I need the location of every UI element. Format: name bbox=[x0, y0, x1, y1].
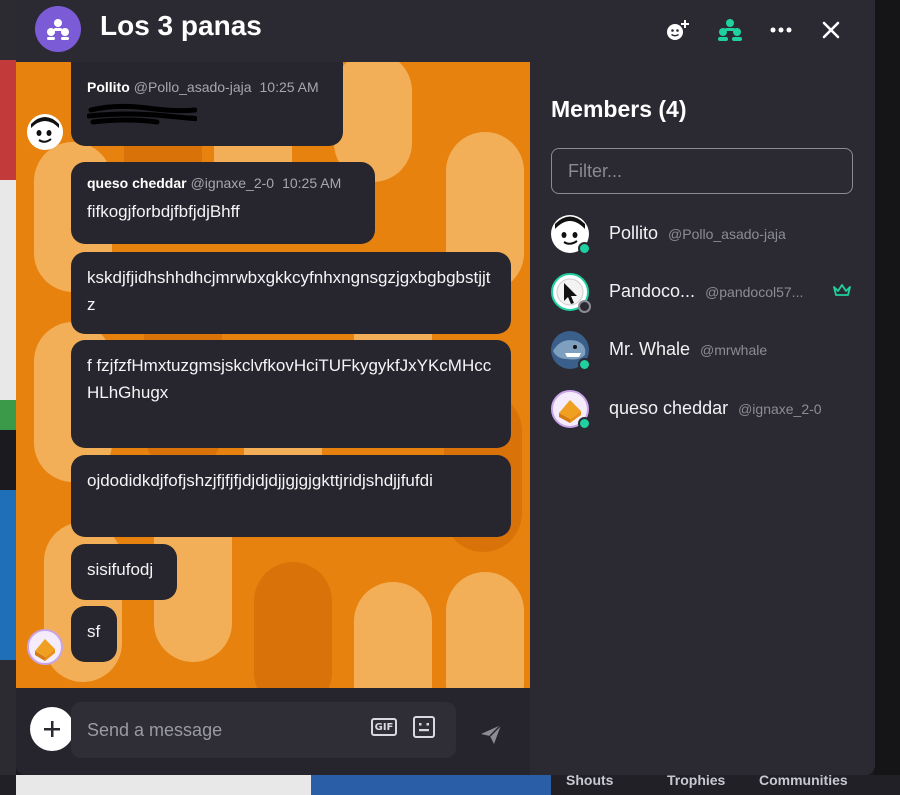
chat-title: Los 3 panas bbox=[100, 10, 262, 41]
member-name: Mr. Whale @mrwhale bbox=[609, 339, 768, 359]
message-bubble[interactable]: ojdodidkdjfofjshzjfjfjfjdjdjdjjgjgjgkttj… bbox=[71, 455, 511, 537]
member-item[interactable]: Pandoco... @pandocol57... bbox=[551, 273, 861, 313]
close-icon bbox=[822, 21, 840, 39]
group-icon bbox=[47, 19, 69, 40]
member-item[interactable]: Pollito @Pollo_asado-jaja bbox=[551, 215, 861, 255]
offline-status-indicator bbox=[578, 300, 591, 313]
member-filter-input[interactable] bbox=[552, 149, 852, 193]
more-icon bbox=[770, 27, 792, 33]
wallpaper-shape bbox=[254, 562, 332, 688]
background-app bbox=[874, 0, 900, 795]
message-handle: @ignaxe_2-0 bbox=[190, 175, 275, 191]
sticker-button[interactable] bbox=[413, 716, 435, 738]
add-member-button[interactable] bbox=[662, 14, 694, 46]
message-input-box: GIF bbox=[71, 702, 456, 758]
message-text: ojdodidkdjfofjshzjfjfjfjdjdjdjjgjgjgkttj… bbox=[87, 471, 433, 490]
message-input[interactable] bbox=[87, 702, 347, 758]
background-art bbox=[311, 775, 551, 795]
message-bubble[interactable]: f fzjfzfHmxtuzgmsjskclvfkovHciTUFkygykfJ… bbox=[71, 340, 511, 448]
member-handle: @mrwhale bbox=[700, 342, 768, 358]
online-status-indicator bbox=[578, 417, 591, 430]
member-item[interactable]: Mr. Whale @mrwhale bbox=[551, 331, 861, 371]
background-art bbox=[0, 430, 16, 490]
message-bubble[interactable]: sisifufodj bbox=[71, 544, 177, 600]
members-icon bbox=[718, 19, 742, 41]
message-text: kskdjfjidhshhdhcjmrwbxgkkcyfnhxngnsgzjgx… bbox=[87, 268, 491, 314]
wallpaper-shape bbox=[354, 582, 432, 688]
message-bubble[interactable]: queso cheddar @ignaxe_2-0 10:25 AM fifkogj… bbox=[71, 162, 375, 244]
member-name: Pollito @Pollo_asado-jaja bbox=[609, 223, 786, 243]
message-text: sf bbox=[87, 622, 101, 641]
background-art bbox=[0, 60, 16, 180]
member-filter bbox=[551, 148, 853, 194]
member-handle: @Pollo_asado-jaja bbox=[668, 226, 786, 242]
background-art bbox=[0, 400, 16, 430]
group-chat-window: Los 3 panas Pollito @Pollo_asado-jaja 10… bbox=[16, 0, 875, 775]
message-author[interactable]: Pollito bbox=[87, 79, 130, 95]
member-item[interactable]: queso cheddar @ignaxe_2-0 bbox=[551, 390, 861, 430]
online-status-indicator bbox=[578, 242, 591, 255]
wallpaper-shape bbox=[446, 572, 524, 688]
send-button[interactable] bbox=[479, 722, 503, 746]
member-name: Pandoco... @pandocol57... bbox=[609, 281, 804, 301]
member-name: queso cheddar @ignaxe_2-0 bbox=[609, 398, 822, 418]
close-button[interactable] bbox=[815, 14, 847, 46]
chat-header: Los 3 panas bbox=[16, 0, 875, 62]
message-text: fifkogjforbdjfbfjdjBhff bbox=[87, 202, 240, 221]
more-button[interactable] bbox=[765, 14, 797, 46]
pollito-avatar-icon bbox=[31, 117, 59, 143]
message-time: 10:25 AM bbox=[259, 79, 319, 95]
add-emoji-person-icon bbox=[667, 20, 689, 40]
message-meta: queso cheddar @ignaxe_2-0 10:25 AM bbox=[87, 174, 359, 192]
message-meta: Pollito @Pollo_asado-jaja 10:25 AM bbox=[87, 78, 327, 96]
background-art bbox=[0, 490, 16, 660]
add-attachment-button[interactable] bbox=[30, 707, 74, 751]
message-handle: @Pollo_asado-jaja bbox=[133, 79, 252, 95]
composer: GIF bbox=[16, 688, 530, 775]
redacted-scribble bbox=[86, 103, 198, 125]
members-title: Members (4) bbox=[551, 96, 687, 122]
message-bubble[interactable]: kskdjfjidhshhdhcjmrwbxgkkcyfnhxngnsgzjgx… bbox=[71, 252, 511, 334]
gif-button[interactable]: GIF bbox=[371, 718, 397, 736]
members-toggle-button[interactable] bbox=[714, 14, 746, 46]
avatar-pollito[interactable] bbox=[27, 114, 63, 150]
background-art bbox=[0, 180, 16, 410]
message-text: sisifufodj bbox=[87, 560, 154, 579]
member-handle: @pandocol57... bbox=[705, 284, 804, 300]
chat-messages-area[interactable]: Pollito @Pollo_asado-jaja 10:25 AM queso c… bbox=[16, 62, 530, 688]
avatar-queso-cheddar[interactable] bbox=[27, 629, 63, 665]
send-icon bbox=[481, 724, 502, 744]
message-time: 10:25 AM bbox=[282, 175, 342, 191]
online-status-indicator bbox=[578, 358, 591, 371]
owner-crown-icon bbox=[833, 284, 851, 296]
group-avatar bbox=[35, 6, 81, 52]
message-bubble[interactable]: sf bbox=[71, 606, 117, 662]
member-handle: @ignaxe_2-0 bbox=[738, 401, 822, 417]
sticker-icon bbox=[419, 723, 429, 732]
message-bubble[interactable]: Pollito @Pollo_asado-jaja 10:25 AM bbox=[71, 62, 343, 146]
message-text: f fzjfzfHmxtuzgmsjskclvfkovHciTUFkygykfJ… bbox=[87, 356, 492, 402]
members-panel: Members (4) Pollito@Pollo_asado-jaja bbox=[530, 62, 875, 775]
plus-icon bbox=[44, 721, 60, 737]
cheese-avatar-icon bbox=[35, 639, 55, 661]
background-art bbox=[16, 775, 311, 795]
message-author[interactable]: queso cheddar bbox=[87, 175, 187, 191]
